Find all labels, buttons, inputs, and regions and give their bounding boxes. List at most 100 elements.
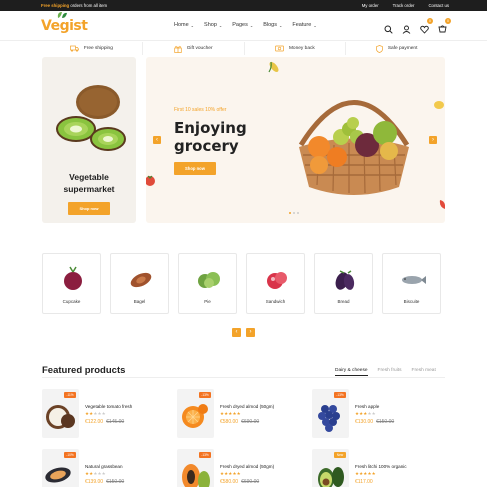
page: Free shipping orders from all item My or… <box>0 0 487 487</box>
discount-tag: -10% <box>64 452 76 458</box>
promo-rest: orders from all item <box>69 3 108 8</box>
beetroot-icon <box>64 266 82 290</box>
product-price: €580.00 €690.00 <box>220 479 259 485</box>
nav-blogs[interactable]: Blogs ⌄ <box>263 22 282 28</box>
price-old: €150.00 <box>106 479 125 485</box>
hero-prev-arrow[interactable]: ‹ <box>153 136 161 144</box>
grocery-basket-image <box>298 100 410 195</box>
side-banner[interactable]: Vegetable supermarket Shop now <box>42 57 136 223</box>
search-icon[interactable] <box>384 21 393 34</box>
rating-stars: ★★★★★ <box>355 411 376 416</box>
product-card[interactable]: -13% Fresh dryed almod (50gm) ★★★★★ €580… <box>177 389 312 438</box>
fish-icon <box>402 276 426 284</box>
contact-us-link[interactable]: Contact us <box>428 3 449 8</box>
price-old: €690.00 <box>241 419 260 425</box>
product-name[interactable]: Natural grassbean <box>85 464 123 469</box>
price-current: €117.00 <box>355 479 373 485</box>
category-item[interactable]: Pie <box>178 253 237 314</box>
hero-subtitle: First 10 sales 10% offer <box>174 107 227 113</box>
truck-icon <box>69 45 79 52</box>
category-name: Sandwich <box>265 299 286 304</box>
hero-slider: First 10 sales 10% offer Enjoying grocery… <box>146 57 445 223</box>
product-card[interactable]: -13% Fresh apple ★★★★★ €130.00 €150.00 <box>312 389 447 438</box>
service-free-shipping: Free shipping <box>41 42 143 55</box>
heart-icon[interactable]: 0 <box>420 18 433 34</box>
cart-count-badge: 0 <box>445 18 451 24</box>
service-money-back: Money back <box>245 42 347 55</box>
tab-fresh-meat[interactable]: Fresh meat <box>412 368 436 376</box>
product-name[interactable]: Fresh dryed almod (50gm) <box>220 404 274 409</box>
category-next-button[interactable]: › <box>246 328 255 337</box>
tab-fresh-fruits[interactable]: Fresh fruits <box>378 368 402 376</box>
product-name[interactable]: Fresh litchi 100% organic <box>355 464 407 469</box>
product-card[interactable]: -13% Fresh dryed almod (50gm) ★★★★★ €580… <box>177 449 312 487</box>
nav-blogs-label: Blogs <box>263 22 277 28</box>
pepper-icon <box>439 200 445 209</box>
rating-stars: ★★★★★ <box>85 411 106 416</box>
chevron-down-icon: ⌄ <box>190 22 195 28</box>
discount-tag: -13% <box>199 392 211 398</box>
nav-pages[interactable]: Pages ⌄ <box>232 22 253 28</box>
category-arrows: ‹ › <box>232 328 255 337</box>
brussels-sprout-icon <box>198 272 220 288</box>
category-name: Pie <box>204 299 211 304</box>
product-card[interactable]: -10% Natural grassbean ★★★★★ €139.00 €150… <box>42 449 177 487</box>
product-card[interactable]: -11% Vegetable tomato fresh ★★★★★ €122.0… <box>42 389 177 438</box>
chevron-down-icon: ⌄ <box>218 22 223 28</box>
rating-stars: ★★★★★ <box>355 471 376 476</box>
rating-stars: ★★★★★ <box>85 471 106 476</box>
cart-icon[interactable]: 0 <box>438 18 451 33</box>
category-item[interactable]: Biscuite <box>382 253 441 314</box>
product-card[interactable]: New Fresh litchi 100% organic ★★★★★ €117… <box>312 449 447 487</box>
side-banner-shop-button[interactable]: Shop now <box>68 202 110 215</box>
chevron-down-icon: ⌄ <box>249 22 254 28</box>
category-item[interactable]: Sandwich <box>246 253 305 314</box>
service-safe-payment: Safe payment <box>346 42 447 55</box>
chevron-down-icon: ⌄ <box>313 22 317 28</box>
hero-title: Enjoying grocery <box>174 119 247 155</box>
category-item[interactable]: Bread <box>314 253 373 314</box>
price-current: €580.00 <box>220 479 239 485</box>
side-banner-title-line2: supermarket <box>63 184 115 194</box>
lemon-icon <box>434 101 444 109</box>
nav-feature[interactable]: Feature ⌄ <box>292 22 316 28</box>
logo-text: Vegist <box>41 18 88 34</box>
category-name: Biscuite <box>403 299 420 304</box>
money-icon <box>275 45 284 52</box>
product-name[interactable]: Fresh dryed almod (50gm) <box>220 464 274 469</box>
hero-next-arrow[interactable]: › <box>429 136 437 144</box>
sweet-potato-icon <box>130 272 152 288</box>
promo-highlight: Free shipping <box>41 3 70 8</box>
nav-shop[interactable]: Shop ⌄ <box>204 22 222 28</box>
logo[interactable]: Vegist <box>41 12 88 34</box>
user-icon[interactable] <box>402 21 411 34</box>
price-current: €580.00 <box>220 419 239 425</box>
rating-stars: ★★★★★ <box>220 411 241 416</box>
shield-icon <box>375 44 383 53</box>
hero-dot[interactable] <box>297 212 299 214</box>
category-name: Bread <box>337 299 350 304</box>
gift-icon <box>174 45 182 53</box>
discount-tag: -13% <box>199 452 211 458</box>
service-label: Safe payment <box>387 46 418 51</box>
product-name[interactable]: Fresh apple <box>355 404 379 409</box>
hero-shop-button[interactable]: Shop now <box>174 162 216 175</box>
category-item[interactable]: Cupcake <box>42 253 101 314</box>
lychee-icon <box>267 272 287 289</box>
track-order-link[interactable]: Track order <box>393 3 415 8</box>
nav-home[interactable]: Home ⌄ <box>174 22 194 28</box>
price-old: €690.00 <box>241 479 260 485</box>
category-prev-button[interactable]: ‹ <box>232 328 241 337</box>
tab-dairy-cheese[interactable]: Dairy & cheese <box>335 368 368 376</box>
discount-tag: -11% <box>64 392 76 398</box>
nav-shop-label: Shop <box>204 22 217 28</box>
category-item[interactable]: Bagel <box>110 253 169 314</box>
my-order-link[interactable]: My order <box>362 3 379 8</box>
new-tag: New <box>334 452 346 458</box>
hero-dot[interactable] <box>293 212 295 214</box>
product-name[interactable]: Vegetable tomato fresh <box>85 404 132 409</box>
product-grid: -11% Vegetable tomato fresh ★★★★★ €122.0… <box>42 389 446 487</box>
service-gift-voucher: Gift voucher <box>143 42 245 55</box>
header: Vegist Home ⌄ Shop ⌄ Pages ⌄ Blogs ⌄ Feature… <box>0 11 487 41</box>
hero-dot[interactable] <box>289 212 291 214</box>
